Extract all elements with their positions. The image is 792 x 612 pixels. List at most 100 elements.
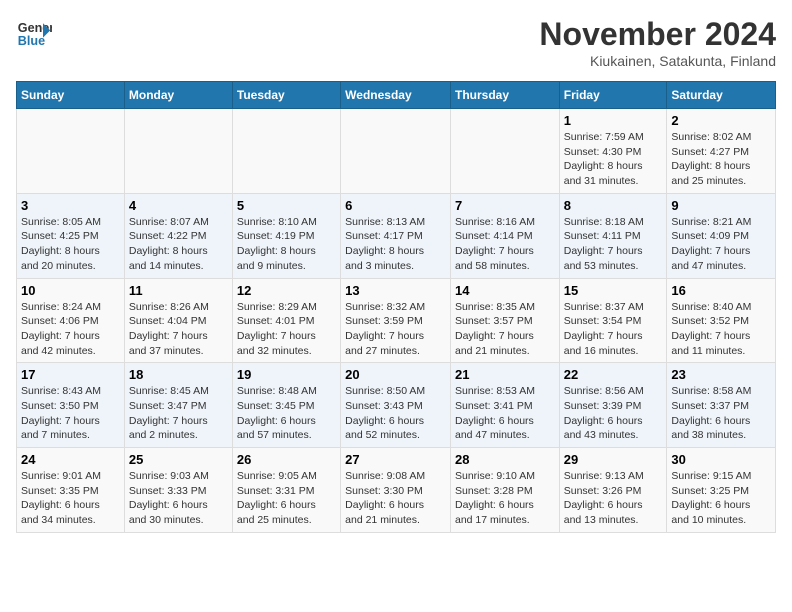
day-info: Sunrise: 8:53 AM Sunset: 3:41 PM Dayligh… [455,384,555,443]
calendar-cell: 11 Sunrise: 8:26 AM Sunset: 4:04 PM Dayli… [124,278,232,363]
logo-icon: General Blue [16,16,52,52]
day-number: 9 [671,198,771,213]
calendar-header-monday: Monday [124,82,232,109]
page-title: November 2024 [539,16,776,53]
day-info: Sunrise: 8:10 AM Sunset: 4:19 PM Dayligh… [237,215,336,274]
day-number: 24 [21,452,120,467]
calendar-cell: 15 Sunrise: 8:37 AM Sunset: 3:54 PM Dayli… [559,278,667,363]
day-info: Sunrise: 8:18 AM Sunset: 4:11 PM Dayligh… [564,215,663,274]
day-info: Sunrise: 8:02 AM Sunset: 4:27 PM Dayligh… [671,130,771,189]
day-number: 25 [129,452,228,467]
day-info: Sunrise: 8:58 AM Sunset: 3:37 PM Dayligh… [671,384,771,443]
calendar-header-tuesday: Tuesday [232,82,340,109]
day-number: 1 [564,113,663,128]
calendar-cell: 6 Sunrise: 8:13 AM Sunset: 4:17 PM Daylig… [341,193,451,278]
calendar-cell: 2 Sunrise: 8:02 AM Sunset: 4:27 PM Daylig… [667,109,776,194]
day-info: Sunrise: 9:10 AM Sunset: 3:28 PM Dayligh… [455,469,555,528]
day-number: 20 [345,367,446,382]
day-info: Sunrise: 8:32 AM Sunset: 3:59 PM Dayligh… [345,300,446,359]
page-subtitle: Kiukainen, Satakunta, Finland [539,53,776,69]
calendar-week-5: 24 Sunrise: 9:01 AM Sunset: 3:35 PM Dayli… [17,448,776,533]
day-info: Sunrise: 9:15 AM Sunset: 3:25 PM Dayligh… [671,469,771,528]
calendar-week-3: 10 Sunrise: 8:24 AM Sunset: 4:06 PM Dayli… [17,278,776,363]
day-number: 10 [21,283,120,298]
day-info: Sunrise: 8:37 AM Sunset: 3:54 PM Dayligh… [564,300,663,359]
calendar-week-2: 3Sunrise: 8:05 AM Sunset: 4:25 PM Daylig… [17,193,776,278]
day-info: Sunrise: 8:16 AM Sunset: 4:14 PM Dayligh… [455,215,555,274]
day-info: Sunrise: 8:24 AM Sunset: 4:06 PM Dayligh… [21,300,120,359]
calendar-cell: 3Sunrise: 8:05 AM Sunset: 4:25 PM Daylig… [17,193,125,278]
day-info: Sunrise: 9:13 AM Sunset: 3:26 PM Dayligh… [564,469,663,528]
calendar-cell: 22 Sunrise: 8:56 AM Sunset: 3:39 PM Dayli… [559,363,667,448]
calendar-cell: 28 Sunrise: 9:10 AM Sunset: 3:28 PM Dayli… [450,448,559,533]
day-info: Sunrise: 9:01 AM Sunset: 3:35 PM Dayligh… [21,469,120,528]
day-number: 6 [345,198,446,213]
day-number: 30 [671,452,771,467]
day-info: Sunrise: 8:21 AM Sunset: 4:09 PM Dayligh… [671,215,771,274]
day-number: 8 [564,198,663,213]
calendar-week-1: 1 Sunrise: 7:59 AM Sunset: 4:30 PM Daylig… [17,109,776,194]
calendar-header-wednesday: Wednesday [341,82,451,109]
day-number: 13 [345,283,446,298]
day-number: 27 [345,452,446,467]
calendar-header-sunday: Sunday [17,82,125,109]
calendar-cell: 10 Sunrise: 8:24 AM Sunset: 4:06 PM Dayli… [17,278,125,363]
calendar-cell: 18 Sunrise: 8:45 AM Sunset: 3:47 PM Dayli… [124,363,232,448]
calendar-cell: 14 Sunrise: 8:35 AM Sunset: 3:57 PM Dayli… [450,278,559,363]
calendar-header-saturday: Saturday [667,82,776,109]
calendar-cell [124,109,232,194]
calendar-cell: 5 Sunrise: 8:10 AM Sunset: 4:19 PM Daylig… [232,193,340,278]
calendar-cell: 13 Sunrise: 8:32 AM Sunset: 3:59 PM Dayli… [341,278,451,363]
calendar-cell [450,109,559,194]
page-header: General Blue November 2024 Kiukainen, Sa… [16,16,776,69]
calendar-cell [232,109,340,194]
day-info: Sunrise: 9:08 AM Sunset: 3:30 PM Dayligh… [345,469,446,528]
calendar-header-friday: Friday [559,82,667,109]
day-info: Sunrise: 8:29 AM Sunset: 4:01 PM Dayligh… [237,300,336,359]
day-number: 5 [237,198,336,213]
calendar-cell: 21Sunrise: 8:53 AM Sunset: 3:41 PM Dayli… [450,363,559,448]
calendar-header-thursday: Thursday [450,82,559,109]
calendar-cell: 17Sunrise: 8:43 AM Sunset: 3:50 PM Dayli… [17,363,125,448]
day-number: 19 [237,367,336,382]
day-info: Sunrise: 9:03 AM Sunset: 3:33 PM Dayligh… [129,469,228,528]
day-number: 2 [671,113,771,128]
day-number: 22 [564,367,663,382]
day-info: Sunrise: 8:50 AM Sunset: 3:43 PM Dayligh… [345,384,446,443]
day-info: Sunrise: 8:35 AM Sunset: 3:57 PM Dayligh… [455,300,555,359]
calendar-header-row: SundayMondayTuesdayWednesdayThursdayFrid… [17,82,776,109]
day-number: 26 [237,452,336,467]
calendar-cell: 24 Sunrise: 9:01 AM Sunset: 3:35 PM Dayli… [17,448,125,533]
day-info: Sunrise: 9:05 AM Sunset: 3:31 PM Dayligh… [237,469,336,528]
logo: General Blue [16,16,52,52]
day-number: 4 [129,198,228,213]
calendar-cell: 20 Sunrise: 8:50 AM Sunset: 3:43 PM Dayli… [341,363,451,448]
day-number: 23 [671,367,771,382]
calendar-cell: 12 Sunrise: 8:29 AM Sunset: 4:01 PM Dayli… [232,278,340,363]
calendar-week-4: 17Sunrise: 8:43 AM Sunset: 3:50 PM Dayli… [17,363,776,448]
day-number: 12 [237,283,336,298]
day-info: Sunrise: 8:07 AM Sunset: 4:22 PM Dayligh… [129,215,228,274]
day-number: 14 [455,283,555,298]
day-info: Sunrise: 8:26 AM Sunset: 4:04 PM Dayligh… [129,300,228,359]
day-info: Sunrise: 8:45 AM Sunset: 3:47 PM Dayligh… [129,384,228,443]
day-info: Sunrise: 8:05 AM Sunset: 4:25 PM Dayligh… [21,215,120,274]
day-info: Sunrise: 8:48 AM Sunset: 3:45 PM Dayligh… [237,384,336,443]
day-info: Sunrise: 8:40 AM Sunset: 3:52 PM Dayligh… [671,300,771,359]
calendar-cell: 30 Sunrise: 9:15 AM Sunset: 3:25 PM Dayli… [667,448,776,533]
day-info: Sunrise: 8:56 AM Sunset: 3:39 PM Dayligh… [564,384,663,443]
calendar-cell [17,109,125,194]
day-info: Sunrise: 8:43 AM Sunset: 3:50 PM Dayligh… [21,384,120,443]
calendar-cell: 27 Sunrise: 9:08 AM Sunset: 3:30 PM Dayli… [341,448,451,533]
day-number: 11 [129,283,228,298]
calendar-cell: 1 Sunrise: 7:59 AM Sunset: 4:30 PM Daylig… [559,109,667,194]
calendar-cell: 19 Sunrise: 8:48 AM Sunset: 3:45 PM Dayli… [232,363,340,448]
day-number: 15 [564,283,663,298]
day-info: Sunrise: 7:59 AM Sunset: 4:30 PM Dayligh… [564,130,663,189]
calendar-cell: 16Sunrise: 8:40 AM Sunset: 3:52 PM Dayli… [667,278,776,363]
day-number: 28 [455,452,555,467]
day-number: 29 [564,452,663,467]
calendar-cell: 25 Sunrise: 9:03 AM Sunset: 3:33 PM Dayli… [124,448,232,533]
day-number: 18 [129,367,228,382]
day-info: Sunrise: 8:13 AM Sunset: 4:17 PM Dayligh… [345,215,446,274]
